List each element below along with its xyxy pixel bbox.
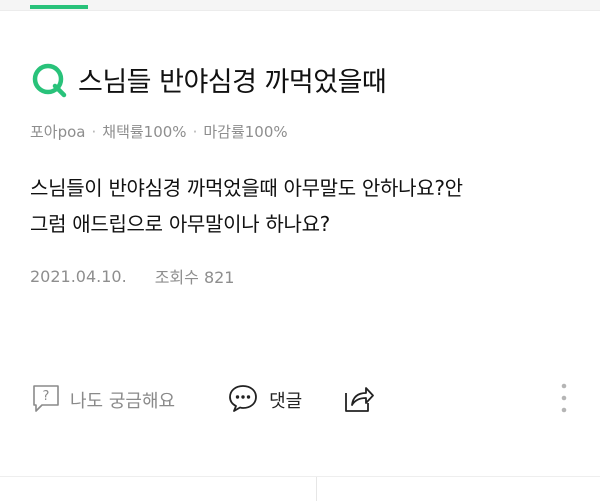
question-q-icon [30,59,70,99]
share-icon [342,381,376,419]
action-bar: ? 나도 궁금해요 댓글 [30,378,570,422]
question-content: 스님들 반야심경 까먹었을때 포아poa · 채택률100% · 마감률100%… [30,55,570,288]
active-tab-indicator [30,5,88,9]
curious-button[interactable]: ? 나도 궁금해요 [30,382,175,419]
meta-separator: · [91,122,97,141]
more-options-button[interactable] [558,380,570,420]
author-meta: 포아poa · 채택률100% · 마감률100% [30,121,570,142]
question-bubble-icon: ? [30,382,62,419]
adoption-rate: 채택률100% [102,123,187,141]
comment-label: 댓글 [269,391,303,412]
deadline-rate: 마감률100% [203,123,288,141]
share-button[interactable] [342,381,376,419]
question-body-line: 그럼 애드립으로 아무말이나 하나요? [30,212,330,236]
curious-label: 나도 궁금해요 [70,391,176,412]
post-date: 2021.04.10. [30,266,127,286]
question-header: 스님들 반야심경 까먹었을때 [30,55,570,103]
question-body-line: 스님들이 반야심경 까먹었을때 아무말도 안하나요?안 [30,176,463,200]
more-vertical-icon [558,380,570,420]
bottom-divider-segment [316,477,317,501]
meta-separator: · [192,122,198,141]
svg-text:?: ? [43,389,50,404]
comment-button[interactable]: 댓글 [227,382,302,419]
bottom-divider [0,476,600,501]
question-page: 스님들 반야심경 까먹었을때 포아poa · 채택률100% · 마감률100%… [0,0,600,501]
view-count: 조회수 821 [154,268,235,287]
question-body: 스님들이 반야심경 까먹었을때 아무말도 안하나요?안 그럼 애드립으로 아무말… [30,170,590,242]
top-tab-bar [0,0,600,11]
question-info: 2021.04.10. 조회수 821 [30,264,570,288]
comment-icon [227,382,259,419]
author-name[interactable]: 포아poa [30,121,86,142]
question-title: 스님들 반야심경 까먹었을때 [78,66,387,98]
